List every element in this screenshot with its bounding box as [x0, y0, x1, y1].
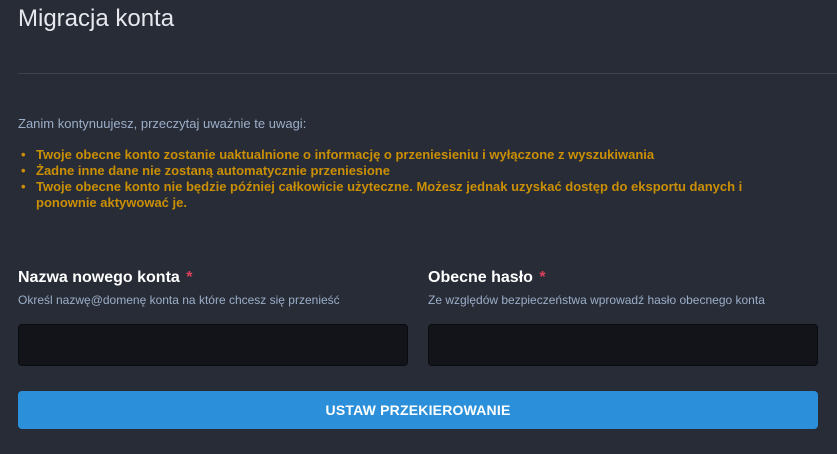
new-account-input[interactable]	[18, 324, 408, 366]
warning-text: Żadne inne dane nie zostaną automatyczni…	[36, 163, 390, 178]
title-divider	[18, 73, 837, 74]
new-account-field: Nazwa nowego konta * Określ nazwę@domenę…	[18, 268, 408, 366]
warning-item: • Żadne inne dane nie zostaną automatycz…	[18, 163, 798, 179]
warning-list: • Twoje obecne konto zostanie uaktualnio…	[18, 147, 798, 211]
page-title: Migracja konta	[18, 5, 175, 32]
warning-item: • Twoje obecne konto zostanie uaktualnio…	[18, 147, 798, 163]
notice-intro: Zanim kontynuujesz, przeczytaj uważnie t…	[18, 116, 307, 131]
bullet-icon: •	[21, 179, 26, 194]
current-password-input[interactable]	[428, 324, 818, 366]
bullet-icon: •	[21, 147, 26, 162]
bullet-icon: •	[21, 163, 26, 178]
current-password-field: Obecne hasło * Ze względów bezpieczeństw…	[428, 268, 818, 366]
new-account-label-text: Nazwa nowego konta	[18, 269, 180, 286]
warning-text: Twoje obecne konto nie będzie później ca…	[36, 179, 743, 210]
new-account-label: Nazwa nowego konta *	[18, 268, 408, 288]
required-marker: *	[539, 269, 546, 286]
warning-text: Twoje obecne konto zostanie uaktualnione…	[36, 147, 655, 162]
warning-item: • Twoje obecne konto nie będzie później …	[18, 179, 798, 211]
required-marker: *	[186, 269, 193, 286]
new-account-hint: Określ nazwę@domenę konta na które chces…	[18, 293, 340, 307]
set-redirect-button[interactable]: USTAW PRZEKIEROWANIE	[18, 391, 818, 429]
current-password-label: Obecne hasło *	[428, 268, 818, 288]
current-password-label-text: Obecne hasło	[428, 269, 533, 286]
account-migration-page: Migracja konta Zanim kontynuujesz, przec…	[0, 0, 837, 454]
current-password-hint: Ze względów bezpieczeństwa wprowadź hasł…	[428, 293, 765, 307]
